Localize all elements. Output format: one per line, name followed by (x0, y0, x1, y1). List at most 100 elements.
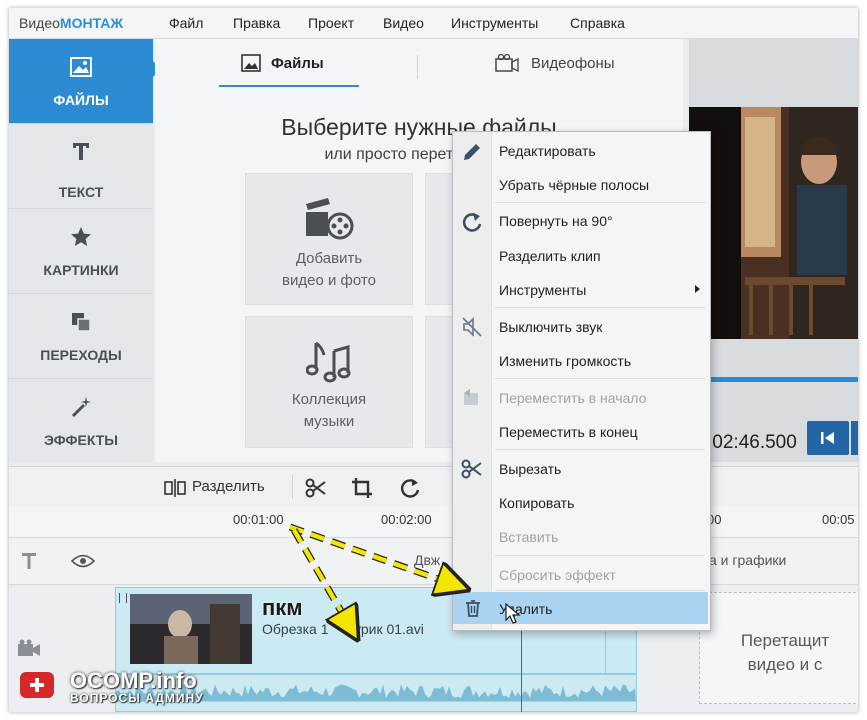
sidebar-item-effects[interactable]: ЭФФЕКТЫ (9, 379, 153, 463)
tab-divider (417, 55, 418, 79)
menu-item-split-clip[interactable]: Разделить клип (491, 240, 710, 270)
menu-item-mute[interactable]: Выключить звук (491, 311, 710, 341)
menu-video[interactable]: Видео (383, 15, 424, 31)
ruler-label: 00:02:00 (381, 512, 432, 527)
menu-item-copy[interactable]: Копировать (491, 487, 710, 517)
menu-tools[interactable]: Инструменты (451, 15, 538, 31)
tab-files-label: Файлы (271, 55, 324, 72)
skip-back-icon (821, 432, 834, 444)
music-collection-line1: Коллекция (291, 391, 367, 408)
film-icon (495, 54, 519, 72)
app-window: ВидеоМОНТАЖ Файл Правка Проект Видео Инс… (9, 8, 858, 712)
watermark: OCOMP.info ВОПРОСЫ АДМИНУ (10, 668, 270, 712)
menu-item-move-to-start[interactable]: Переместить в начало (491, 382, 710, 412)
sidebar-item-pictures[interactable]: КАРТИНКИ (9, 209, 153, 294)
toolbar-divider (292, 475, 293, 499)
menu-item-delete[interactable]: Удалить (453, 592, 708, 624)
clip-thumbnail (130, 594, 252, 664)
submenu-arrow-icon (695, 285, 700, 293)
tab-backgrounds[interactable]: Видеофоны (485, 51, 645, 85)
scissors-icon (461, 459, 482, 479)
logo-part1: Видео (19, 15, 60, 31)
transition-icon (72, 313, 91, 332)
logo-part2: МОНТАЖ (59, 15, 124, 31)
text-icon (73, 143, 89, 160)
crop-icon[interactable] (351, 477, 373, 499)
menu-item-rotate[interactable]: Повернуть на 90° (491, 205, 710, 235)
sidebar-item-label: КАРТИНКИ (43, 262, 119, 278)
menu-separator (495, 202, 705, 203)
preview-image (689, 107, 858, 339)
menu-separator (495, 590, 705, 591)
sidebar-item-files[interactable]: ФАЙЛЫ (9, 39, 153, 124)
text-track-hint-right: а и графики (709, 552, 787, 568)
menu-file[interactable]: Файл (169, 15, 203, 31)
sidebar-item-label: ПЕРЕХОДЫ (40, 347, 122, 363)
ruler-label: 00:01:00 (233, 512, 284, 527)
menu-item-volume[interactable]: Изменить громкость (491, 345, 710, 375)
magic-wand-icon (71, 397, 91, 418)
watermark-subtitle: ВОПРОСЫ АДМИНУ (70, 691, 204, 705)
add-media-tile[interactable]: Добавить видео и фото (245, 173, 413, 305)
film-reel-icon (306, 198, 354, 240)
music-collection-tile[interactable]: Коллекция музыки (245, 316, 413, 448)
annotation-label: пкм (262, 595, 303, 620)
sidebar-item-transitions[interactable]: ПЕРЕХОДЫ (9, 294, 153, 379)
clip-label-filename: урик 01.avi (354, 621, 424, 637)
menu-item-remove-black-bars[interactable]: Убрать чёрные полосы (491, 169, 710, 199)
split-icon (164, 479, 186, 497)
clip-handle[interactable] (119, 593, 127, 603)
image-icon (70, 57, 92, 77)
timeline-toolbar: Разделить (9, 466, 858, 508)
text-track-hint: Двж (414, 552, 441, 568)
sidebar-item-label: ЭФФЕКТЫ (44, 432, 118, 448)
music-collection-line2: музыки (303, 413, 355, 430)
menu-item-reset-effect[interactable]: Сбросить эффект (491, 559, 710, 589)
text-track[interactable]: Двж а и графики (9, 538, 858, 585)
scissors-icon[interactable] (305, 477, 327, 499)
mute-icon (462, 317, 482, 337)
mouse-cursor-icon (505, 603, 521, 624)
add-media-line1: Добавить (295, 250, 363, 267)
menu-item-cut[interactable]: Вырезать (491, 453, 710, 483)
menu-separator (495, 307, 705, 308)
music-notes-icon (306, 341, 351, 383)
menu-separator (495, 555, 705, 556)
sidebar-item-text[interactable]: ТЕКСТ (9, 124, 153, 209)
preview-frame (689, 107, 858, 339)
thumbnail-image (130, 594, 252, 664)
eye-icon[interactable] (71, 554, 95, 568)
drop-zone[interactable]: Перетащит видео и с (699, 592, 858, 704)
app-logo: ВидеоМОНТАЖ (19, 15, 123, 31)
skip-back-button[interactable] (807, 421, 849, 455)
menu-edit[interactable]: Правка (233, 15, 280, 31)
sidebar-item-label: ТЕКСТ (58, 184, 104, 200)
menu-item-tools[interactable]: Инструменты (491, 274, 710, 304)
timeline-ruler[interactable]: 00:01:00 00:02:00 00 00:05 (9, 507, 858, 538)
add-media-line2: видео и фото (282, 272, 376, 289)
menubar: ВидеоМОНТАЖ Файл Правка Проект Видео Инс… (9, 8, 858, 39)
rotate-icon[interactable] (399, 477, 421, 499)
sidebar: ФАЙЛЫ ТЕКСТ КАРТИНКИ ПЕРЕХОДЫ ЭФФЕКТЫ (9, 39, 161, 463)
pencil-icon (464, 144, 480, 160)
text-track-icon (22, 553, 36, 569)
video-preview: :02:46.500 (689, 39, 858, 462)
menu-separator (495, 378, 705, 379)
trash-icon (466, 600, 480, 617)
sidebar-item-label: ФАЙЛЫ (53, 92, 109, 108)
next-button-partial[interactable] (851, 421, 858, 455)
rotate-icon (462, 213, 482, 232)
menu-item-edit[interactable]: Редактировать (491, 135, 710, 165)
move-to-start-icon (464, 389, 478, 405)
menu-item-paste[interactable]: Вставить (491, 521, 710, 551)
tab-backgrounds-label: Видеофоны (531, 55, 615, 72)
menu-help[interactable]: Справка (570, 15, 625, 31)
menu-project[interactable]: Проект (308, 15, 354, 31)
tab-files[interactable]: Файлы (219, 51, 359, 87)
split-button[interactable]: Разделить (192, 478, 265, 495)
watermark-logo-icon (20, 672, 54, 698)
menu-item-move-to-end[interactable]: Переместить в конец (491, 416, 710, 446)
ruler-label: 00:05 (822, 512, 855, 527)
drop-zone-line2: видео и с (747, 655, 823, 674)
preview-progress[interactable] (689, 377, 858, 382)
